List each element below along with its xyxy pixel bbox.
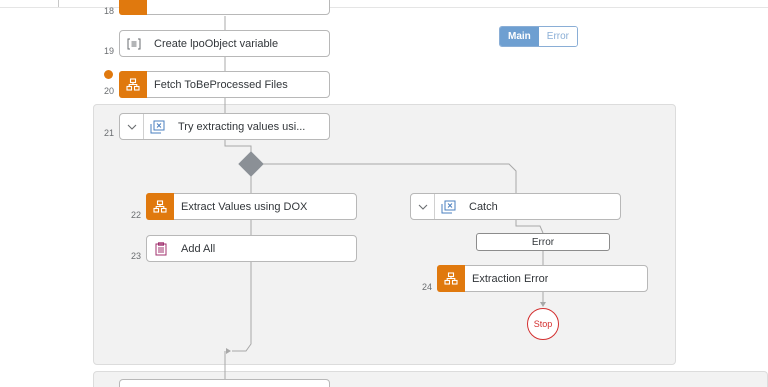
flow-step[interactable]: Create lpoObject variable (119, 30, 330, 57)
arrow-head (226, 348, 231, 354)
step-icon (120, 380, 147, 387)
step-number: 18 (103, 6, 114, 16)
hierarchy-icon (119, 71, 147, 98)
arrow-head (540, 302, 546, 307)
catch-block-icon (435, 194, 462, 219)
flow-step[interactable]: Fetch ToBeProcessed Files (119, 71, 330, 98)
main-error-toggle[interactable]: Main Error (499, 26, 579, 47)
step-label: Extract Values using DOX (181, 200, 308, 213)
flow-step[interactable] (119, 379, 330, 387)
breakpoint-indicator[interactable] (104, 70, 113, 79)
step-label: Extraction Error (472, 272, 549, 285)
step-number: 20 (103, 86, 114, 96)
flow-step[interactable]: Extraction Error (437, 265, 648, 292)
hierarchy-icon (119, 0, 147, 15)
chevron-down-icon[interactable] (411, 194, 435, 219)
toggle-main[interactable]: Main (500, 27, 539, 46)
hierarchy-icon (146, 193, 174, 220)
toggle-error[interactable]: Error (538, 27, 578, 46)
flow-connectors (224, 16, 546, 380)
step-label: Add All (181, 242, 216, 255)
stop-node[interactable]: Stop (527, 308, 559, 340)
chevron-down-icon[interactable] (120, 114, 144, 139)
step-label: Catch (469, 200, 498, 213)
catch-block-step[interactable]: Catch (410, 193, 621, 220)
try-block-icon (144, 114, 171, 139)
flow-step[interactable]: Extract Values using DOX (146, 193, 357, 220)
flow-step[interactable]: Add All (146, 235, 357, 262)
step-number: 19 (103, 46, 114, 56)
hierarchy-icon (437, 265, 465, 292)
connector-line (260, 163, 517, 193)
flow-step[interactable] (119, 0, 330, 15)
bracket-list-icon (120, 31, 147, 56)
step-number: 22 (130, 210, 141, 220)
try-block-step[interactable]: Try extracting values usi... (119, 113, 330, 140)
step-label: Try extracting values usi... (178, 120, 306, 133)
step-label: Fetch ToBeProcessed Files (154, 78, 288, 91)
connector-line (515, 220, 544, 234)
step-number: 21 (103, 128, 114, 138)
connector-line (224, 140, 252, 155)
step-number: 23 (130, 251, 141, 261)
clipboard-list-icon (147, 236, 174, 261)
step-number: 24 (421, 282, 432, 292)
step-label: Create lpoObject variable (154, 37, 279, 50)
error-branch-label[interactable]: Error (476, 233, 610, 251)
connector-line (232, 262, 252, 352)
